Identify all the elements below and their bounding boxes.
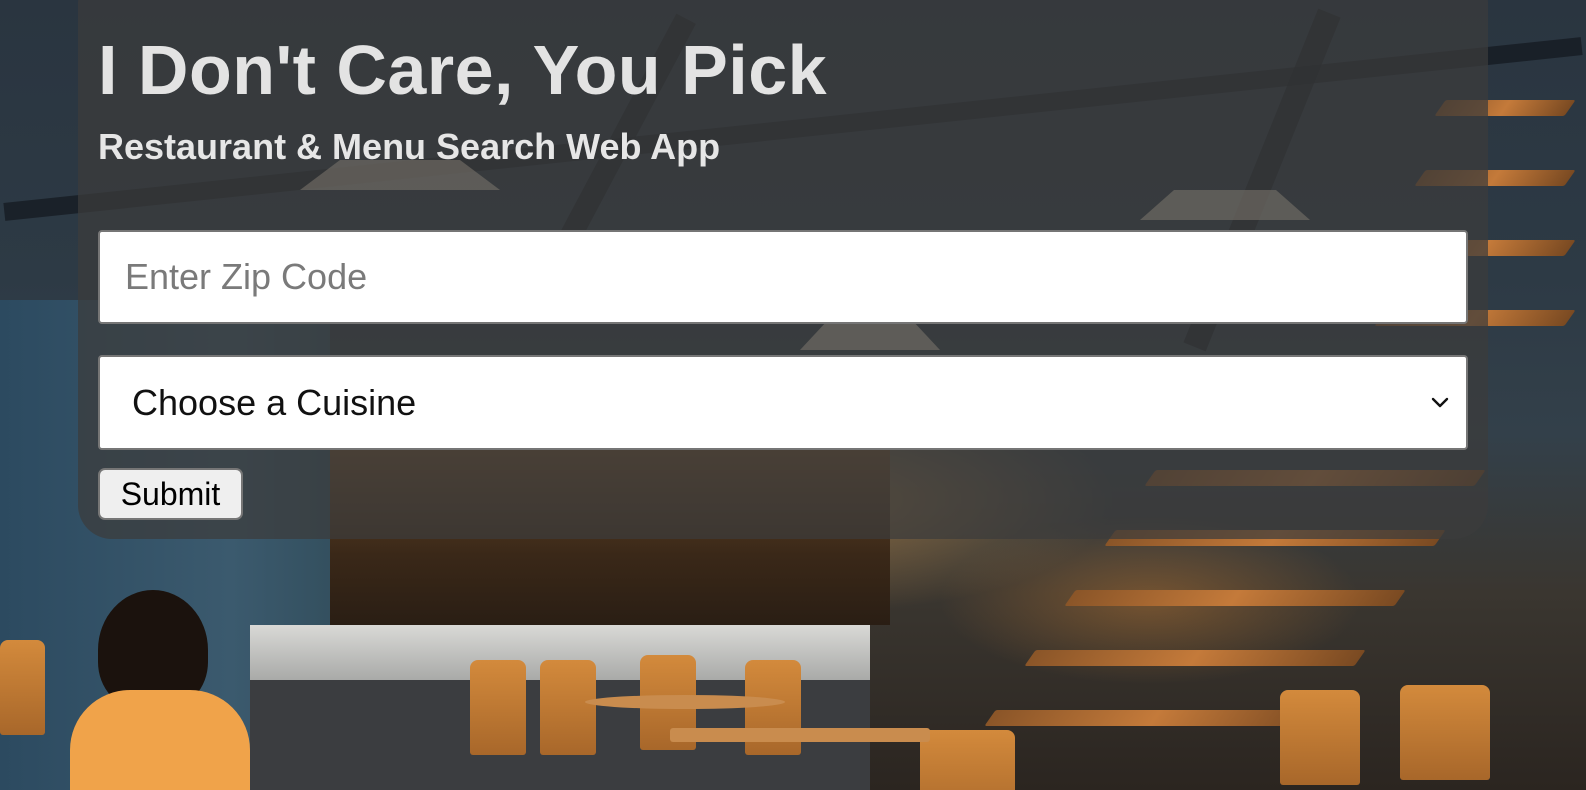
background-chair <box>1400 685 1490 780</box>
cuisine-select-value: Choose a Cuisine <box>132 382 417 423</box>
background-table <box>585 695 785 709</box>
background-table <box>670 728 930 742</box>
background-chair <box>1280 690 1360 785</box>
page-title: I Don't Care, You Pick <box>98 31 828 109</box>
background-stair <box>1024 650 1366 666</box>
background-stair <box>1064 590 1406 606</box>
background-stair <box>984 710 1326 726</box>
background-chair <box>540 660 596 755</box>
cuisine-select[interactable]: Choose a Cuisine <box>98 355 1468 450</box>
zip-code-input[interactable] <box>98 230 1468 324</box>
background-chair <box>470 660 526 755</box>
background-person <box>70 690 250 790</box>
background-chair <box>0 640 45 735</box>
background-chair <box>920 730 1015 790</box>
page-subtitle: Restaurant & Menu Search Web App <box>98 126 721 167</box>
submit-button[interactable]: Submit <box>98 468 243 520</box>
chevron-down-icon <box>1431 397 1449 408</box>
